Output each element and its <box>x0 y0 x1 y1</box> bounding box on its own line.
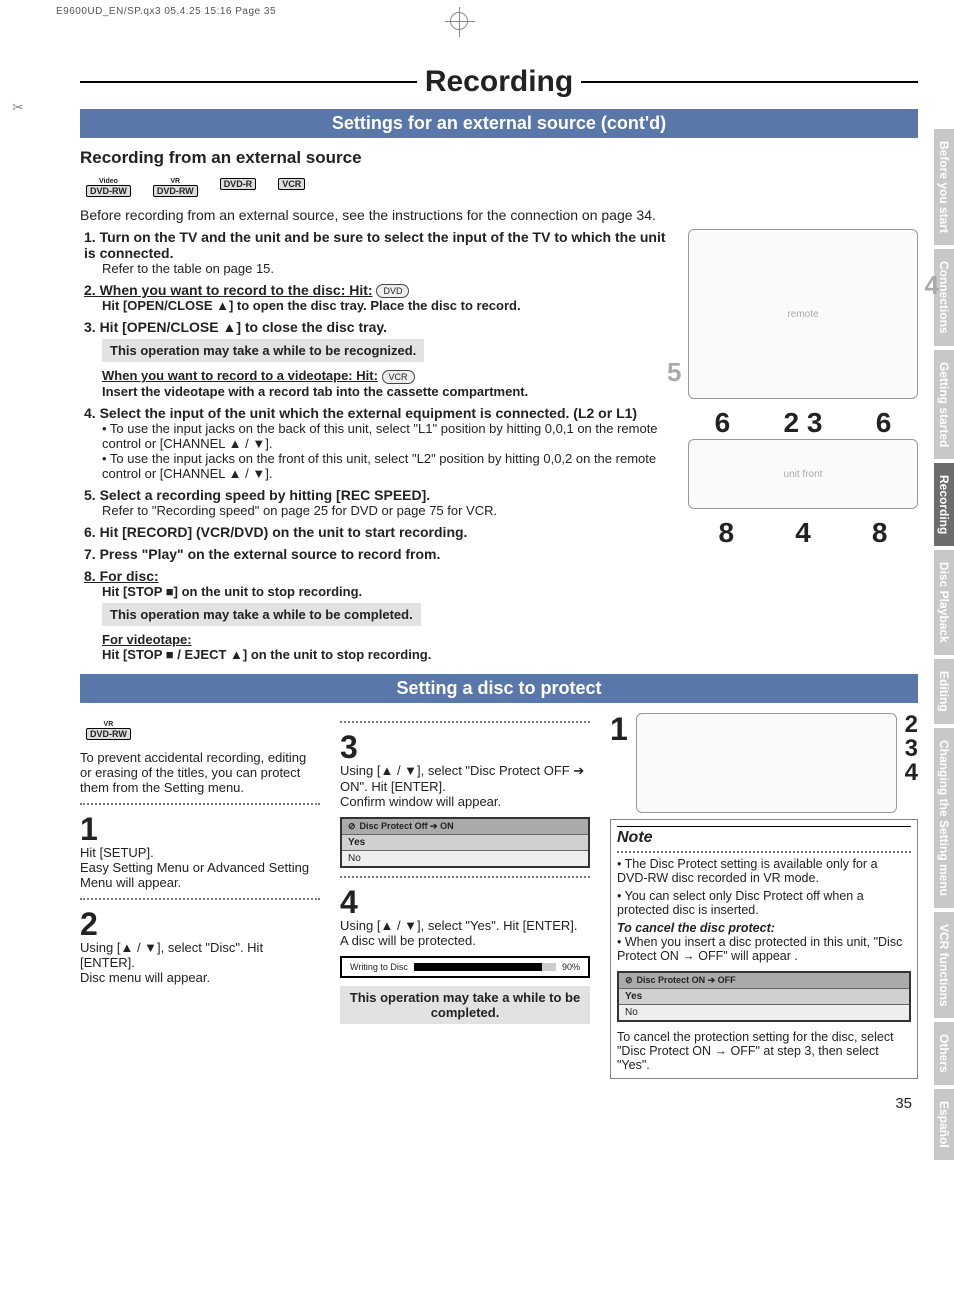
page-title: Recording <box>425 65 573 99</box>
tab-changing-setting-menu: Changing the Setting menu <box>934 728 954 908</box>
badge-dvd-rw-vr-2: VRDVD-RW <box>80 719 137 742</box>
step2-title: 2. When you want to record to the disc: … <box>84 282 373 298</box>
tab-getting-started: Getting started <box>934 350 954 459</box>
step3-title: 3. Hit [OPEN/CLOSE ▲] to close the disc … <box>84 319 387 335</box>
rule-left <box>80 81 417 83</box>
protect-step1-t: Hit [SETUP]. <box>80 845 154 860</box>
protect-step4-t: Using [▲ / ▼], select "Yes". Hit [ENTER]… <box>340 918 578 933</box>
intro-text: Before recording from an external source… <box>80 207 918 223</box>
step6-title: 6. Hit [RECORD] (VCR/DVD) on the unit to… <box>84 524 467 540</box>
step3b: When you want to record to a videotape: … <box>102 368 378 383</box>
step5-sub: Refer to "Recording speed" on page 25 fo… <box>84 503 670 518</box>
step5-title: 5. Select a recording speed by hitting [… <box>84 487 430 503</box>
step7-title: 7. Press "Play" on the external source t… <box>84 546 440 562</box>
protect-step4-b: A disc will be protected. <box>340 933 476 948</box>
note-item-4: To cancel the protection setting for the… <box>617 1030 911 1072</box>
small-callout-2: 2 <box>905 713 918 737</box>
dvd-icon: DVD <box>376 284 409 298</box>
protect-step2-t: Using [▲ / ▼], select "Disc". Hit [ENTER… <box>80 940 263 970</box>
progress-bar <box>414 963 556 971</box>
step-3-num: 3 <box>340 731 590 763</box>
badge-vcr: VCR <box>272 176 311 199</box>
vcr-icon: VCR <box>382 370 415 384</box>
note-item-2: • You can select only Disc Protect off w… <box>617 889 911 917</box>
confirm-menu-2: ⊘Disc Protect ON ➔ OFF Yes No <box>617 971 911 1022</box>
protect-step2-b: Disc menu will appear. <box>80 970 210 985</box>
small-callout-4: 4 <box>905 761 918 785</box>
step-4-num: 4 <box>340 886 590 918</box>
menu-no-2: No <box>619 1004 909 1020</box>
tab-others: Others <box>934 1022 954 1085</box>
note-complete: This operation may take a while to be co… <box>102 603 421 626</box>
menu-yes: Yes <box>342 834 588 850</box>
remote-diagram-small <box>636 713 897 813</box>
step8c: For videotape: <box>84 632 670 647</box>
step-2-num: 2 <box>80 908 320 940</box>
note-complete-2: This operation may take a while to be co… <box>340 986 590 1024</box>
menu-no: No <box>342 850 588 866</box>
tab-editing: Editing <box>934 659 954 724</box>
protect-intro: To prevent accidental recording, editing… <box>80 750 320 795</box>
unit-callouts-top: 6 2 3 6 <box>688 407 918 439</box>
step4-sub1: • To use the input jacks on the back of … <box>84 421 670 451</box>
media-badges: VideoDVD-RW VRDVD-RW DVD-R VCR <box>80 176 918 199</box>
section-header-disc-protect: Setting a disc to protect <box>80 674 918 703</box>
step1-title: 1. Turn on the TV and the unit and be su… <box>84 229 666 261</box>
cut-mark-icon: ✂ <box>12 99 24 116</box>
unit-callouts-bottom: 8 4 8 <box>688 517 918 549</box>
callout-5: 5 <box>667 357 681 388</box>
step8d: Hit [STOP ■ / EJECT ▲] on the unit to st… <box>84 647 670 662</box>
file-header: E9600UD_EN/SP.qx3 05.4.25 15:16 Page 35 <box>0 0 954 19</box>
protect-step3-t: Using [▲ / ▼], select "Disc Protect OFF … <box>340 763 584 794</box>
small-callout-1: 1 <box>610 713 628 745</box>
rule-right <box>581 81 918 83</box>
badge-dvd-rw-vr: VRDVD-RW <box>147 176 204 199</box>
step2-sub: Hit [OPEN/CLOSE ▲] to open the disc tray… <box>84 298 670 313</box>
note-item-3: • When you insert a disc protected in th… <box>617 935 911 963</box>
menu-yes-2: Yes <box>619 988 909 1004</box>
unit-diagram: unit front <box>688 439 918 509</box>
step4-title: 4. Select the input of the unit which th… <box>84 405 637 421</box>
note-item-1: • The Disc Protect setting is available … <box>617 857 911 885</box>
tab-disc-playback: Disc Playback <box>934 550 954 655</box>
no-entry-icon: ⊘ <box>348 821 356 832</box>
remote-diagram: remote 4 5 <box>688 229 918 399</box>
tab-espanol: Español <box>934 1089 954 1160</box>
tab-vcr-functions: VCR functions <box>934 912 954 1019</box>
progress-box: Writing to Disc 90% <box>340 956 590 978</box>
step8b: Hit [STOP ■] on the unit to stop recordi… <box>84 584 670 599</box>
callout-4: 4 <box>925 270 939 301</box>
note-panel: Note • The Disc Protect setting is avail… <box>610 819 918 1079</box>
step3c: Insert the videotape with a record tab i… <box>84 384 670 399</box>
protect-step3-b: Confirm window will appear. <box>340 794 501 809</box>
note-cancel-title: To cancel the disc protect: <box>617 921 911 935</box>
step4-sub2: • To use the input jacks on the front of… <box>84 451 670 481</box>
note-recognize: This operation may take a while to be re… <box>102 339 424 362</box>
note-heading: Note <box>617 826 911 847</box>
badge-dvd-r: DVD-R <box>214 176 263 199</box>
page-number: 35 <box>80 1095 918 1112</box>
no-entry-icon-2: ⊘ <box>625 975 633 986</box>
small-callout-3: 3 <box>905 737 918 761</box>
tab-before-you-start: Before you start <box>934 129 954 245</box>
step-1-num: 1 <box>80 813 320 845</box>
step8-title: 8. For disc: <box>84 568 159 584</box>
tab-recording: Recording <box>934 463 954 546</box>
protect-step1-b: Easy Setting Menu or Advanced Setting Me… <box>80 860 309 890</box>
badge-dvd-rw-video: VideoDVD-RW <box>80 176 137 199</box>
section-header-external-source: Settings for an external source (cont'd) <box>80 109 918 138</box>
confirm-menu-1: ⊘Disc Protect Off ➔ ON Yes No <box>340 817 590 868</box>
subsection-recording-external: Recording from an external source <box>80 148 918 168</box>
step1-sub: Refer to the table on page 15. <box>84 261 670 276</box>
